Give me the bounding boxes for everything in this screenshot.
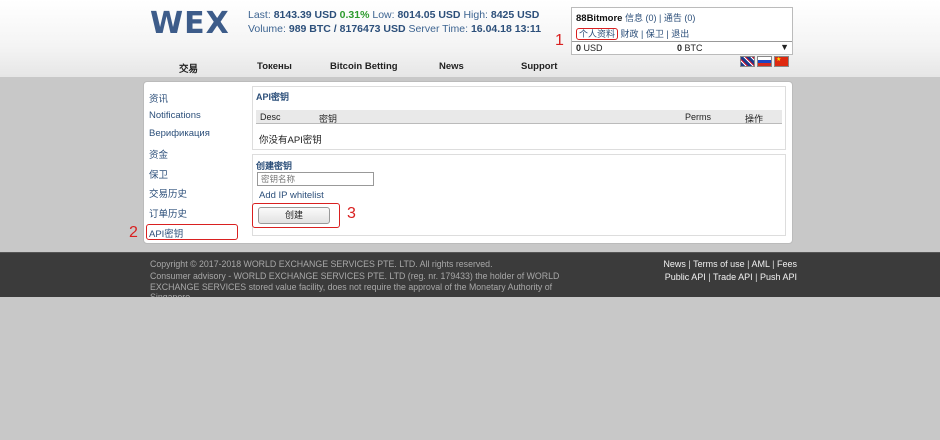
language-flags: ★	[740, 56, 789, 67]
create-key-button[interactable]: 创建	[258, 207, 330, 224]
col-perms: Perms	[685, 112, 712, 122]
btc-balance: 0 BTC	[677, 43, 703, 53]
volume-value: 989 BTC / 8176473 USD	[288, 23, 406, 35]
footer-trade-api-link[interactable]: Trade API	[713, 272, 753, 282]
sidebar-item-info[interactable]: 资讯	[149, 91, 168, 105]
divider	[572, 41, 792, 42]
usd-balance: 0 USD	[576, 43, 603, 53]
footer-public-api-link[interactable]: Public API	[665, 272, 706, 282]
server-time-value: 16.04.18 13:11	[470, 23, 542, 35]
footer-push-api-link[interactable]: Push API	[760, 272, 797, 282]
nav-news[interactable]: News	[439, 61, 464, 72]
nav-tokens[interactable]: Токены	[257, 61, 292, 72]
create-key-title: 创建密钥	[256, 161, 293, 171]
security-link[interactable]: 保卫	[646, 29, 664, 39]
footer-links-row1: News | Terms of use | AML | Fees	[663, 259, 797, 269]
sidebar-item-trade-history[interactable]: 交易历史	[149, 186, 187, 200]
marker-1: 1	[555, 32, 564, 49]
footer-terms-link[interactable]: Terms of use	[693, 259, 745, 269]
notices-link[interactable]: 通告 (0)	[664, 13, 696, 23]
messages-link[interactable]: 信息 (0)	[625, 13, 657, 23]
consumer-advisory: Consumer advisory - WORLD EXCHANGE SERVI…	[150, 271, 560, 297]
server-time-label: Server Time:	[408, 23, 469, 35]
btc-label: BTC	[684, 43, 703, 53]
sidebar-item-verification[interactable]: Верификация	[149, 128, 210, 139]
col-actions: 操作	[745, 114, 764, 124]
last-value: 8143.39 USD	[273, 9, 337, 21]
nav-trade[interactable]: 交易	[179, 61, 198, 75]
user-box: 88Bitmore 信息 (0) | 通告 (0) 个人资料 财政 | 保卫 |…	[571, 7, 793, 55]
copyright-text: Copyright © 2017-2018 WORLD EXCHANGE SER…	[150, 259, 493, 269]
finance-link[interactable]: 财政	[621, 29, 639, 39]
high-value: 8425 USD	[490, 9, 540, 21]
ticker: Last: 8143.39 USD 0.31% Low: 8014.05 USD…	[248, 8, 541, 36]
usd-amount: 0	[576, 43, 582, 53]
col-key: 密钥	[319, 114, 338, 124]
api-keys-table-header: Desc 密钥 Perms 操作	[256, 110, 782, 124]
change-value: 0.31%	[339, 9, 370, 21]
logout-link[interactable]: 退出	[671, 29, 689, 39]
high-label: High:	[463, 9, 488, 21]
usd-label: USD	[583, 43, 603, 53]
key-name-input[interactable]	[257, 172, 374, 186]
uk-flag-icon[interactable]	[740, 56, 755, 67]
btc-amount: 0	[677, 43, 683, 53]
volume-label: Volume:	[248, 23, 286, 35]
sidebar-item-order-history[interactable]: 订单历史	[149, 206, 187, 220]
russia-flag-icon[interactable]	[757, 56, 772, 67]
marker-3: 3	[347, 205, 356, 222]
footer-fees-link[interactable]: Fees	[777, 259, 797, 269]
add-ip-whitelist-link[interactable]: Add IP whitelist	[259, 190, 324, 201]
sidebar-item-api-keys[interactable]: API密钥	[149, 226, 183, 240]
sidebar-item-security[interactable]: 保卫	[149, 167, 168, 181]
dropdown-arrow-icon[interactable]: ▼	[780, 42, 789, 52]
sidebar-item-notifications[interactable]: Notifications	[149, 110, 201, 121]
low-value: 8014.05 USD	[397, 9, 461, 21]
nav-support[interactable]: Support	[521, 61, 557, 72]
empty-message: 你没有API密钥	[259, 135, 322, 146]
footer-links-row2: Public API | Trade API | Push API	[664, 272, 797, 282]
nav-bitcoin-betting[interactable]: Bitcoin Betting	[330, 61, 398, 72]
low-label: Low:	[372, 9, 395, 21]
wex-logo[interactable]: WEX	[150, 6, 230, 41]
last-label: Last:	[248, 9, 271, 21]
col-desc: Desc	[260, 112, 281, 122]
username[interactable]: 88Bitmore	[576, 13, 622, 24]
marker-2: 2	[129, 224, 138, 241]
china-flag-icon[interactable]: ★	[774, 56, 789, 67]
api-keys-title: API密钥	[256, 92, 290, 102]
footer-news-link[interactable]: News	[663, 259, 686, 269]
sidebar-item-funds[interactable]: 资金	[149, 147, 168, 161]
profile-link[interactable]: 个人资料	[576, 28, 619, 40]
footer-aml-link[interactable]: AML	[751, 259, 769, 269]
